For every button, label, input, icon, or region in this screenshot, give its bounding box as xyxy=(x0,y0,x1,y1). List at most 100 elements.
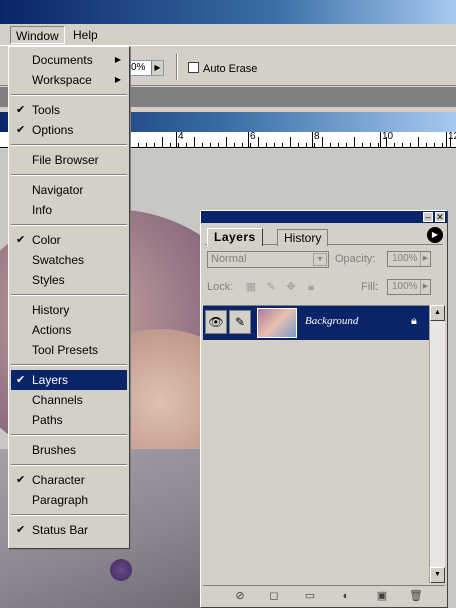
tab-history[interactable]: History xyxy=(277,229,329,246)
ruler-tick xyxy=(306,143,307,147)
menu-item-brushes[interactable]: Brushes xyxy=(11,440,127,460)
palette-menu-arrow-icon[interactable]: ▶ xyxy=(427,227,443,243)
checkmark-icon: ✔ xyxy=(16,524,26,536)
ruler-label: 10 xyxy=(382,132,394,142)
menu-item-label: Channels xyxy=(32,393,83,407)
ruler-tick xyxy=(338,143,339,147)
ruler-tick xyxy=(194,137,195,147)
scroll-down-icon[interactable]: ▼ xyxy=(430,567,445,583)
trash-icon[interactable]: 🗑︎ xyxy=(409,589,423,603)
layer-opacity-arrow-icon[interactable]: ▶ xyxy=(420,252,430,266)
layer-fill-field[interactable]: 100% ▶ xyxy=(387,279,431,295)
ruler-tick xyxy=(394,143,395,147)
layer-row-background[interactable]: 👁︎ ✎ Background 🔒︎ xyxy=(203,306,429,340)
menu-item-tools[interactable]: ✔ Tools xyxy=(11,100,127,120)
ruler-tick xyxy=(250,143,251,147)
lock-image-icon[interactable]: ✎ xyxy=(265,281,277,293)
ruler-major-tick xyxy=(380,132,381,147)
menu-item-label: Documents xyxy=(32,53,93,67)
lock-label: Lock: xyxy=(207,281,234,293)
menu-item-paragraph[interactable]: Paragraph xyxy=(11,490,127,510)
menu-item-paths[interactable]: Paths xyxy=(11,410,127,430)
menu-item-workspace[interactable]: Workspace ▶ xyxy=(11,70,127,90)
palette-tabs: Layers History xyxy=(205,227,443,246)
menu-item-layers[interactable]: ✔ Layers xyxy=(11,370,127,390)
ruler-label: 4 xyxy=(178,132,184,142)
menu-item-label: Color xyxy=(32,233,61,247)
scroll-up-icon[interactable]: ▲ xyxy=(430,305,445,321)
menu-item-label: Paragraph xyxy=(32,493,89,507)
ruler-tick xyxy=(410,143,411,147)
palette-title-bar[interactable]: – ✕ xyxy=(201,211,447,223)
tool-opacity-value: 0% xyxy=(131,62,146,73)
minimize-icon[interactable]: – xyxy=(423,212,433,222)
menu-item-label: Actions xyxy=(32,323,72,337)
menu-item-label: Navigator xyxy=(32,183,84,197)
menu-separator xyxy=(11,94,127,96)
menu-item-history[interactable]: History xyxy=(11,300,127,320)
ruler-tick xyxy=(146,143,147,147)
ruler-tick xyxy=(154,143,155,147)
submenu-arrow-icon: ▶ xyxy=(114,55,121,64)
ruler-tick xyxy=(210,143,211,147)
menu-item-options[interactable]: ✔ Options xyxy=(11,120,127,140)
blend-mode-select[interactable]: Normal ▼ xyxy=(207,251,329,268)
lock-position-icon[interactable]: ✥ xyxy=(285,281,297,293)
menu-item-navigator[interactable]: Navigator xyxy=(11,180,127,200)
menu-item-tool-presets[interactable]: Tool Presets xyxy=(11,340,127,360)
ruler-label: 8 xyxy=(314,132,320,142)
ruler-tick xyxy=(218,143,219,147)
menu-item-color[interactable]: ✔ Color xyxy=(11,230,127,250)
brush-icon[interactable]: ✎ xyxy=(229,310,251,334)
menu-item-file-browser[interactable]: File Browser xyxy=(11,150,127,170)
application-title-bar xyxy=(0,0,456,24)
ruler-tick xyxy=(178,143,179,147)
menu-item-label: Styles xyxy=(32,273,65,287)
lock-all-icon[interactable]: 🔒︎ xyxy=(305,281,317,293)
ruler-tick xyxy=(330,143,331,147)
menu-item-info[interactable]: Info xyxy=(11,200,127,220)
checkmark-icon: ✔ xyxy=(16,124,26,136)
eye-icon[interactable]: 👁︎ xyxy=(205,310,227,334)
new-layer-icon[interactable]: ▣ xyxy=(375,589,389,603)
menu-item-styles[interactable]: Styles xyxy=(11,270,127,290)
layer-list-scrollbar[interactable]: ▲ ▼ xyxy=(429,305,445,583)
lock-transparent-icon[interactable]: ▦ xyxy=(245,281,257,293)
blend-opacity-row: Normal ▼ Opacity: 100% ▶ xyxy=(207,251,443,269)
lock-icon: 🔒︎ xyxy=(411,315,417,327)
layer-opacity-field[interactable]: 100% ▶ xyxy=(387,251,431,267)
layers-palette: – ✕ Layers History ▶ Normal ▼ Opacity: 1… xyxy=(200,210,448,608)
menu-item-label: Layers xyxy=(32,373,69,387)
menu-item-status-bar[interactable]: ✔ Status Bar xyxy=(11,520,127,540)
tab-layers[interactable]: Layers xyxy=(207,228,263,246)
ruler-tick xyxy=(162,137,163,147)
menu-item-channels[interactable]: Channels xyxy=(11,390,127,410)
menu-window[interactable]: Window xyxy=(10,26,65,44)
close-icon[interactable]: ✕ xyxy=(435,212,445,222)
adjustment-layer-icon[interactable]: ◐ xyxy=(339,589,353,603)
menu-item-label: Tools xyxy=(32,103,61,117)
menu-help[interactable]: Help xyxy=(68,26,103,44)
menu-separator xyxy=(11,364,127,366)
ruler-label: 12 xyxy=(448,132,456,142)
chevron-down-icon[interactable]: ▼ xyxy=(313,253,327,266)
menu-item-label: Status Bar xyxy=(32,523,89,537)
fill-label: Fill: xyxy=(361,281,379,293)
menu-item-label: File Browser xyxy=(32,153,99,167)
ruler-tick xyxy=(442,143,443,147)
menu-item-documents[interactable]: Documents ▶ xyxy=(11,50,127,70)
layer-mask-icon[interactable]: ◻ xyxy=(267,589,281,603)
layer-style-icon[interactable]: ⊘ xyxy=(233,589,247,603)
layer-fill-arrow-icon[interactable]: ▶ xyxy=(420,280,430,294)
menu-item-swatches[interactable]: Swatches xyxy=(11,250,127,270)
checkmark-icon: ✔ xyxy=(16,104,26,116)
new-group-icon[interactable]: ▭ xyxy=(303,589,317,603)
ruler-tick xyxy=(354,137,355,147)
ruler-tick xyxy=(186,143,187,147)
menu-item-actions[interactable]: Actions xyxy=(11,320,127,340)
tool-opacity-arrow-icon[interactable]: ▶ xyxy=(151,61,163,75)
menu-item-label: Character xyxy=(32,473,85,487)
auto-erase-checkbox[interactable]: Auto Erase xyxy=(188,62,257,76)
menu-item-character[interactable]: ✔ Character xyxy=(11,470,127,490)
ruler-tick xyxy=(370,143,371,147)
